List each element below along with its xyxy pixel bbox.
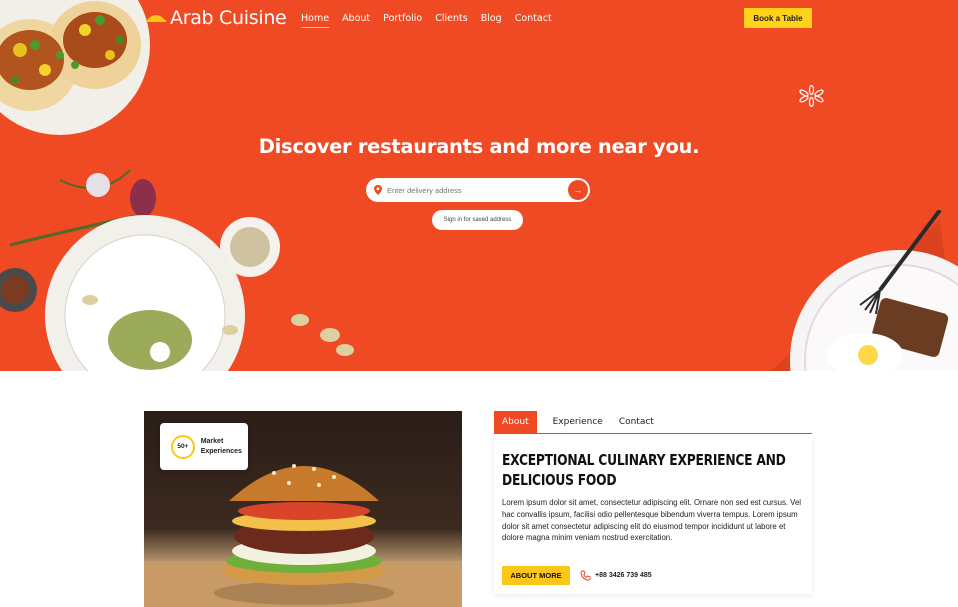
book-table-button[interactable]: Book a Table [744, 8, 812, 28]
nav-item-contact[interactable]: Contact [515, 13, 552, 28]
tab-contact[interactable]: Contact [611, 411, 662, 433]
hero-section: Arab Cuisine Home About Portfolio Client… [0, 0, 958, 371]
phone-contact[interactable]: +88 3426 739 485 [580, 570, 652, 581]
signin-saved-address-button[interactable]: Sign in for saved address [432, 210, 523, 230]
dish-icon [146, 15, 166, 22]
experience-count: 50+ [171, 434, 195, 459]
tab-experience[interactable]: Experience [545, 411, 611, 433]
herbs-plate-image [0, 169, 354, 371]
star-anise-icon [799, 85, 824, 107]
delivery-address-bar: → [366, 178, 590, 202]
experience-label: Market Experiences [200, 437, 242, 455]
about-card: EXCEPTIONAL CULINARY EXPERIENCE AND DELI… [494, 434, 812, 594]
delivery-address-input[interactable] [387, 185, 557, 195]
arrow-right-icon[interactable]: → [568, 180, 588, 200]
phone-number: +88 3426 739 485 [595, 572, 652, 579]
tacos-plate-image [0, 0, 150, 135]
nav-item-portfolio[interactable]: Portfolio [383, 13, 422, 28]
info-tabs: About Experience Contact [494, 411, 812, 434]
main-nav: Home About Portfolio Clients Blog Contac… [301, 13, 565, 28]
egg-toast-plate-image [770, 210, 958, 371]
about-actions: ABOUT MORE +88 3426 739 485 [502, 566, 652, 585]
experience-badge: 50+ Market Experiences [160, 423, 248, 470]
nav-item-blog[interactable]: Blog [481, 13, 502, 28]
about-title: EXCEPTIONAL CULINARY EXPERIENCE AND DELI… [502, 451, 786, 489]
hero-title: Discover restaurants and more near you. [258, 135, 700, 158]
about-body: Lorem ipsum dolor sit amet, consectetur … [502, 498, 802, 543]
brand-logo[interactable]: Arab Cuisine [146, 7, 287, 29]
about-more-button[interactable]: ABOUT MORE [502, 566, 570, 585]
phone-icon [580, 570, 591, 581]
nav-item-home[interactable]: Home [301, 13, 330, 28]
nav-item-clients[interactable]: Clients [435, 13, 467, 28]
location-pin-icon [374, 185, 382, 195]
nav-item-about[interactable]: About [342, 13, 370, 28]
tab-about[interactable]: About [494, 411, 537, 433]
brand-name: Arab Cuisine [170, 7, 287, 29]
page: Arab Cuisine Home About Portfolio Client… [0, 0, 958, 607]
